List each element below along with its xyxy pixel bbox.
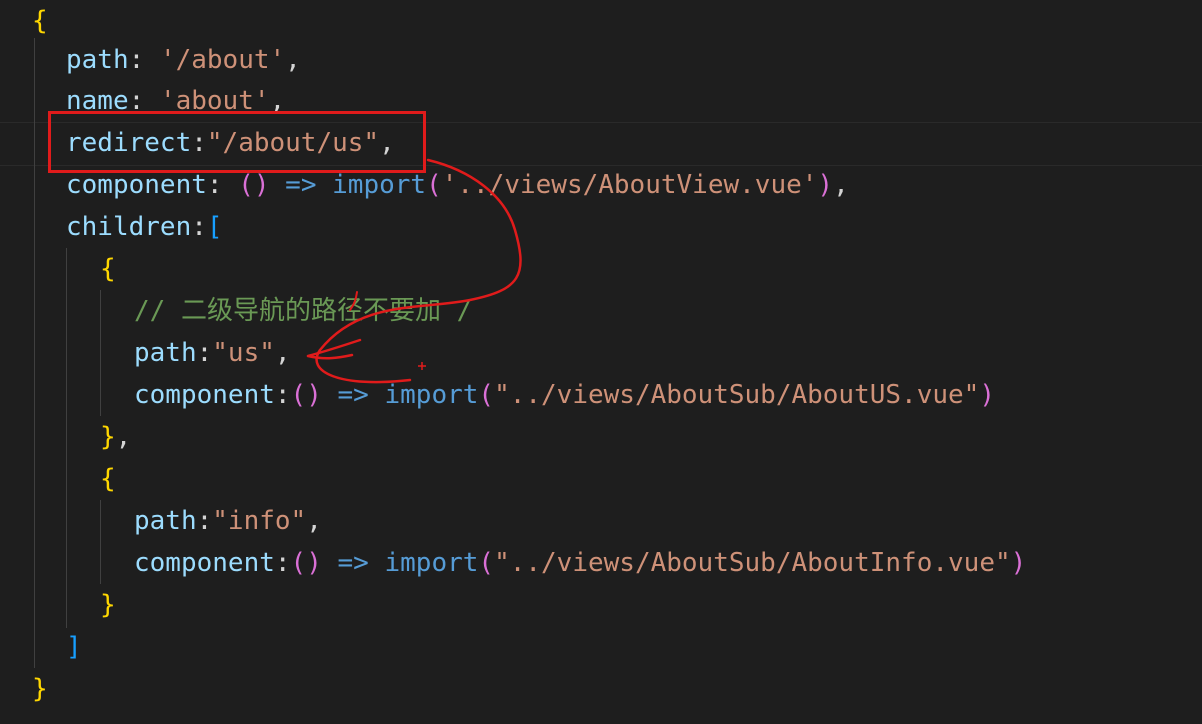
code-token: [	[206, 212, 223, 242]
code-token: path	[134, 338, 197, 368]
code-line-8-comment[interactable]: // 二级导航的路径不要加 /	[134, 290, 472, 332]
cursor-marker	[418, 362, 426, 370]
code-line-10[interactable]: component:() => import("../views/AboutSu…	[134, 374, 995, 416]
code-token: :	[196, 338, 213, 368]
code-token: children	[66, 212, 192, 242]
indent-guide	[100, 290, 101, 416]
annotation-highlight-box	[48, 111, 426, 173]
code-token: )	[1010, 548, 1027, 578]
code-token: (	[478, 380, 495, 410]
code-token: )	[817, 170, 834, 200]
code-token: '/about'	[159, 45, 286, 75]
code-token: :	[128, 45, 160, 75]
code-token: ,	[285, 45, 301, 75]
code-token: :	[274, 548, 291, 578]
code-token: :	[196, 506, 213, 536]
code-token: (	[426, 170, 442, 200]
code-token: :	[206, 170, 239, 200]
code-token: ,	[115, 422, 132, 452]
code-line-13[interactable]: path:"info",	[134, 500, 322, 542]
code-token: :	[274, 380, 291, 410]
code-token: =>	[321, 380, 385, 410]
code-token: "us"	[212, 338, 275, 368]
code-line-9[interactable]: path:"us",	[134, 332, 291, 374]
code-token: {	[32, 6, 48, 36]
code-editor[interactable]: { path: '/about', name: 'about', redirec…	[0, 0, 1202, 724]
code-token: }	[32, 674, 48, 704]
code-token: import	[384, 380, 479, 410]
code-token: }	[100, 422, 116, 452]
code-token: "../views/AboutSub/AboutUS.vue"	[494, 380, 980, 410]
code-token: =>	[321, 548, 385, 578]
code-token: ()	[238, 170, 270, 200]
code-token: {	[100, 464, 116, 494]
indent-guide	[66, 248, 67, 628]
code-token: '../views/AboutView.vue'	[441, 170, 818, 200]
code-token: (	[478, 548, 495, 578]
code-token: }	[100, 590, 116, 620]
code-token: // 二级导航的路径不要加 /	[134, 296, 473, 326]
indent-guide	[100, 500, 101, 584]
code-token: import	[332, 170, 427, 200]
annotation-arrowhead	[306, 338, 362, 360]
code-line-1[interactable]: {	[32, 0, 48, 42]
code-token: "info"	[212, 506, 307, 536]
code-line-15[interactable]: }	[100, 584, 116, 626]
code-token: path	[134, 506, 197, 536]
code-token: {	[100, 254, 116, 284]
code-token: ,	[833, 170, 849, 200]
code-token: ,	[306, 506, 322, 536]
code-token: "../views/AboutSub/AboutInfo.vue"	[494, 548, 1011, 578]
code-line-17[interactable]: }	[32, 668, 48, 710]
code-token: :	[191, 212, 207, 242]
code-line-7[interactable]: {	[100, 248, 116, 290]
code-token: component	[66, 170, 207, 200]
code-line-12[interactable]: {	[100, 458, 116, 500]
code-token: ()	[290, 380, 322, 410]
code-token: )	[979, 380, 995, 410]
code-token: path	[66, 45, 129, 75]
code-line-16[interactable]: ]	[66, 626, 82, 668]
code-line-14[interactable]: component:() => import("../views/AboutSu…	[134, 542, 1026, 584]
code-token: import	[384, 548, 479, 578]
code-line-6[interactable]: children:[	[66, 206, 223, 248]
code-token: ()	[290, 548, 322, 578]
code-token: =>	[269, 170, 333, 200]
code-token: component	[134, 548, 275, 578]
code-token: ]	[66, 632, 82, 662]
code-line-2[interactable]: path: '/about',	[66, 39, 301, 81]
indent-guide	[34, 38, 35, 668]
code-token: ,	[274, 338, 291, 368]
code-line-11[interactable]: },	[100, 416, 131, 458]
code-token: component	[134, 380, 275, 410]
